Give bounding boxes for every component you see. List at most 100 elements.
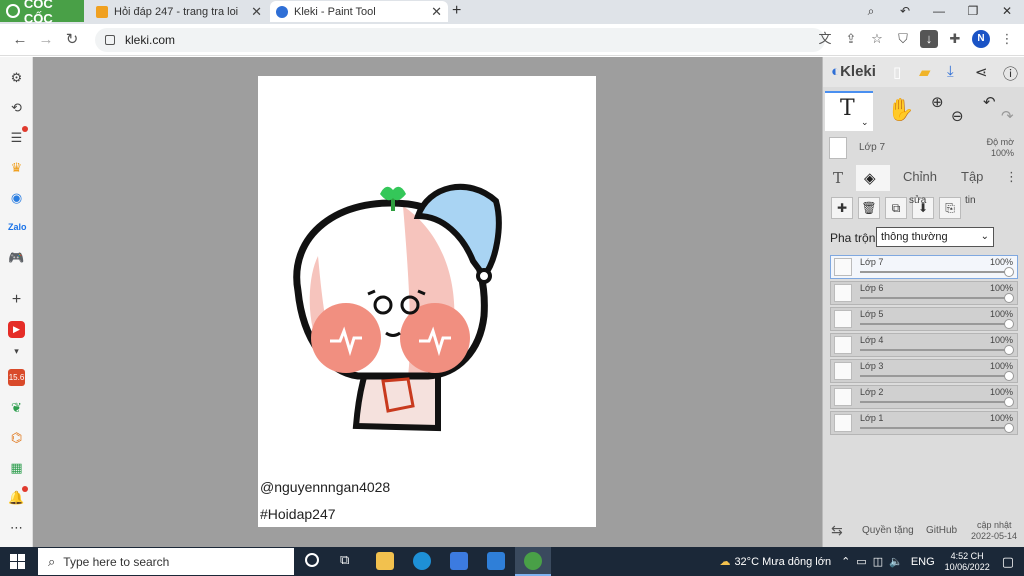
menu-dots-icon[interactable]: ⋮ bbox=[998, 30, 1016, 48]
new-tab-button[interactable]: + bbox=[452, 2, 461, 20]
tab-edit[interactable]: Chỉnh bbox=[903, 169, 937, 184]
layer-item-4[interactable]: Lớp 4 100% bbox=[830, 333, 1018, 357]
opacity-slider-knob[interactable] bbox=[1004, 397, 1014, 407]
battery-icon[interactable]: ▭ bbox=[856, 555, 866, 568]
shopping-icon[interactable]: 15.6 bbox=[8, 369, 25, 386]
forward-arrow-icon[interactable]: → bbox=[36, 30, 56, 50]
tray-chevron-icon[interactable]: ⌃ bbox=[841, 555, 850, 568]
opacity-slider-knob[interactable] bbox=[1004, 267, 1014, 277]
profile-avatar[interactable]: N bbox=[972, 30, 990, 48]
save-download-icon[interactable]: ⤓ bbox=[947, 63, 954, 80]
github-link[interactable]: GitHub bbox=[926, 525, 957, 536]
market-icon[interactable]: ⌬ bbox=[8, 429, 25, 446]
more-dots-icon[interactable]: ⋮ bbox=[1005, 169, 1018, 185]
minimize-button[interactable]: — bbox=[922, 0, 956, 22]
opacity-slider-track[interactable] bbox=[860, 375, 1010, 377]
redo-icon[interactable]: ↷ bbox=[1001, 107, 1014, 125]
kleki-logo[interactable]: ◐Kleki bbox=[831, 63, 876, 80]
close-tab-icon[interactable]: ✕ bbox=[251, 4, 262, 20]
chevron-down-icon[interactable]: ▾ bbox=[8, 343, 25, 360]
task-view-icon[interactable]: ⧉ bbox=[340, 552, 349, 568]
volume-icon[interactable]: 🔈 bbox=[889, 555, 903, 568]
settings-gear-icon[interactable]: ⚙ bbox=[8, 69, 25, 86]
weather-text[interactable]: 32°C Mưa dông lớn bbox=[734, 556, 831, 568]
drawing-canvas[interactable] bbox=[258, 76, 596, 527]
language-indicator[interactable]: ENG bbox=[911, 556, 935, 568]
reload-icon[interactable]: ↻ bbox=[62, 30, 82, 50]
clock[interactable]: 4:52 CH 10/06/2022 bbox=[945, 551, 990, 573]
game-controller-icon[interactable]: 🎮 bbox=[8, 249, 25, 266]
new-file-icon[interactable]: ▯ bbox=[893, 63, 901, 81]
text-tool-button[interactable]: T ⌄ bbox=[825, 91, 873, 131]
sheet-icon[interactable]: ▦ bbox=[8, 459, 25, 476]
opacity-slider-track[interactable] bbox=[860, 323, 1010, 325]
blend-mode-select[interactable]: thông thường ⌄ bbox=[876, 227, 994, 247]
undo-icon[interactable]: ↶ bbox=[983, 93, 996, 111]
shield-icon[interactable]: ⛉ bbox=[894, 30, 912, 48]
close-tab-icon[interactable]: ✕ bbox=[431, 4, 442, 20]
bookmark-star-icon[interactable]: ☆ bbox=[868, 30, 886, 48]
url-field[interactable]: kleki.com bbox=[95, 28, 825, 52]
hand-tool-icon[interactable]: ✋ bbox=[887, 97, 914, 123]
layer-item-1[interactable]: Lớp 1 100% bbox=[830, 411, 1018, 435]
maximize-button[interactable]: ❐ bbox=[956, 0, 990, 22]
more-dots-icon[interactable]: ⋯ bbox=[8, 519, 25, 536]
opacity-slider-track[interactable] bbox=[860, 427, 1010, 429]
messenger-icon[interactable]: ◉ bbox=[8, 189, 25, 206]
opacity-slider-knob[interactable] bbox=[1004, 371, 1014, 381]
opacity-slider-knob[interactable] bbox=[1004, 293, 1014, 303]
history-icon[interactable]: ⟲ bbox=[8, 99, 25, 116]
youtube-icon[interactable]: ▶ bbox=[8, 321, 25, 338]
taskbar-search-box[interactable]: ⌕ Type here to search bbox=[38, 548, 294, 575]
rename-layer-icon[interactable]: ⎘ bbox=[939, 197, 961, 219]
opacity-slider-knob[interactable] bbox=[1004, 423, 1014, 433]
edge-icon[interactable] bbox=[413, 552, 431, 570]
privacy-link[interactable]: Quyền tặng bbox=[862, 525, 914, 536]
file-explorer-icon[interactable] bbox=[376, 552, 394, 570]
open-folder-icon[interactable]: ▰ bbox=[919, 63, 931, 81]
search-tabs-icon[interactable]: ⌕ bbox=[854, 0, 888, 22]
network-icon[interactable]: ◫ bbox=[873, 555, 883, 568]
notification-center-icon[interactable]: ▢ bbox=[1002, 554, 1014, 570]
share-icon[interactable]: ⋖ bbox=[975, 63, 988, 81]
crown-icon[interactable]: ♛ bbox=[8, 159, 25, 176]
opacity-slider-track[interactable] bbox=[860, 401, 1010, 403]
leaf-icon[interactable]: ❦ bbox=[8, 399, 25, 416]
opacity-slider-track[interactable] bbox=[860, 349, 1010, 351]
tab-file[interactable]: Tập bbox=[961, 169, 983, 184]
extensions-icon[interactable]: ✚ bbox=[946, 30, 964, 48]
back-arrow-icon[interactable]: ← bbox=[10, 30, 30, 50]
swap-arrows-icon[interactable]: ⇆ bbox=[831, 522, 843, 539]
zalo-icon[interactable]: Zalo bbox=[8, 219, 27, 236]
tab-hoidap[interactable]: Hỏi đáp 247 - trang tra loi ✕ bbox=[90, 1, 268, 22]
windows-start-icon[interactable] bbox=[10, 554, 25, 569]
layer-item-3[interactable]: Lớp 3 100% bbox=[830, 359, 1018, 383]
download-icon[interactable]: ↓ bbox=[920, 30, 938, 48]
opacity-slider-track[interactable] bbox=[860, 271, 1010, 273]
tab-text-tool[interactable]: T bbox=[833, 169, 843, 187]
layer-item-7[interactable]: Lớp 7 100% bbox=[830, 255, 1018, 279]
share-icon[interactable]: ⇪ bbox=[842, 30, 860, 48]
cortana-icon[interactable] bbox=[305, 553, 319, 567]
mail-icon[interactable] bbox=[487, 552, 505, 570]
opacity-slider-track[interactable] bbox=[860, 297, 1010, 299]
layer-item-6[interactable]: Lớp 6 100% bbox=[830, 281, 1018, 305]
layer-item-2[interactable]: Lớp 2 100% bbox=[830, 385, 1018, 409]
help-icon[interactable]: ⓘ bbox=[1003, 63, 1018, 84]
opacity-slider-knob[interactable] bbox=[1004, 345, 1014, 355]
zoom-out-icon[interactable]: ⊖ bbox=[951, 107, 964, 125]
close-window-button[interactable]: ✕ bbox=[990, 0, 1024, 22]
duplicate-layer-icon[interactable]: ⧉ bbox=[885, 197, 907, 219]
delete-layer-icon[interactable]: 🗑 bbox=[858, 197, 880, 219]
back-history-icon[interactable]: ↶ bbox=[888, 0, 922, 22]
store-icon[interactable] bbox=[450, 552, 468, 570]
opacity-slider-knob[interactable] bbox=[1004, 319, 1014, 329]
chevron-down-icon[interactable]: ⌄ bbox=[861, 117, 869, 128]
browser-brand[interactable]: CỐC CỐC bbox=[0, 0, 84, 26]
translate-icon[interactable]: 文 bbox=[816, 30, 834, 48]
tab-kleki[interactable]: Kleki - Paint Tool ✕ bbox=[270, 1, 448, 22]
add-icon[interactable]: + bbox=[8, 291, 25, 308]
add-layer-icon[interactable]: ✚ bbox=[831, 197, 853, 219]
zoom-in-icon[interactable]: ⊕ bbox=[931, 93, 944, 111]
layer-item-5[interactable]: Lớp 5 100% bbox=[830, 307, 1018, 331]
